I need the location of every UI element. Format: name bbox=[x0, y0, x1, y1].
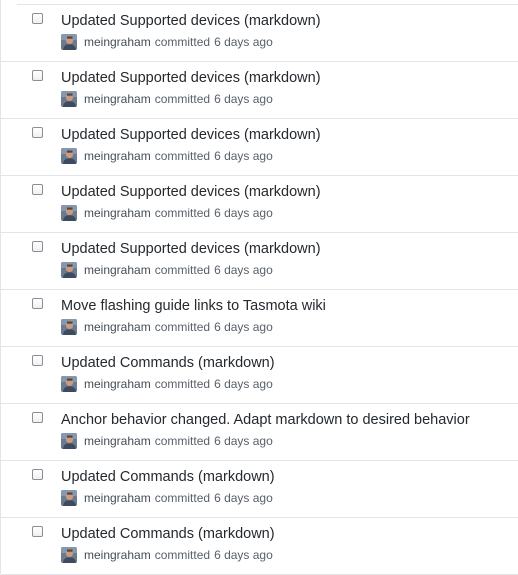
commit-action-text: committed bbox=[154, 434, 211, 448]
commit-author-link[interactable]: meingraham bbox=[84, 548, 151, 562]
commit-action-text: committed bbox=[154, 92, 211, 106]
commit-action-text: committed bbox=[154, 491, 211, 505]
commit-action-text: committed bbox=[154, 149, 211, 163]
commit-title[interactable]: Move flashing guide links to Tasmota wik… bbox=[61, 297, 326, 315]
commit-timestamp: 6 days ago bbox=[214, 92, 273, 106]
user-avatar-icon[interactable] bbox=[61, 547, 77, 563]
commit-select-checkbox[interactable] bbox=[32, 13, 43, 24]
commit-timestamp: 6 days ago bbox=[214, 548, 273, 562]
commit-author-link[interactable]: meingraham bbox=[84, 206, 151, 220]
commit-select-checkbox[interactable] bbox=[32, 526, 43, 537]
commit-select-checkbox[interactable] bbox=[32, 298, 43, 309]
commit-select-checkbox[interactable] bbox=[32, 184, 43, 195]
commit-select-checkbox[interactable] bbox=[32, 412, 43, 423]
commit-meta: meingraham committed 6 days ago bbox=[61, 148, 273, 164]
commit-meta: meingraham committed 6 days ago bbox=[61, 433, 273, 449]
commit-timestamp: 6 days ago bbox=[214, 263, 273, 277]
commit-row: Updated Commands (markdown) meingraham c… bbox=[1, 347, 518, 404]
commit-row: Anchor behavior changed. Adapt markdown … bbox=[1, 404, 518, 461]
commit-row: Updated Supported devices (markdown) mei… bbox=[1, 0, 518, 62]
commit-row: Updated Supported devices (markdown) mei… bbox=[1, 176, 518, 233]
commit-author-link[interactable]: meingraham bbox=[84, 35, 151, 49]
commit-meta: meingraham committed 6 days ago bbox=[61, 34, 273, 50]
user-avatar-icon[interactable] bbox=[61, 376, 77, 392]
commit-title[interactable]: Updated Supported devices (markdown) bbox=[61, 69, 321, 87]
commit-row: Updated Commands (markdown) meingraham c… bbox=[1, 461, 518, 518]
commit-row: Updated Supported devices (markdown) mei… bbox=[1, 233, 518, 290]
commit-author-link[interactable]: meingraham bbox=[84, 491, 151, 505]
commit-title[interactable]: Updated Supported devices (markdown) bbox=[61, 240, 321, 258]
commit-author-link[interactable]: meingraham bbox=[84, 320, 151, 334]
user-avatar-icon[interactable] bbox=[61, 148, 77, 164]
commit-author-link[interactable]: meingraham bbox=[84, 92, 151, 106]
commit-row: Updated Commands (markdown) meingraham c… bbox=[1, 518, 518, 575]
user-avatar-icon[interactable] bbox=[61, 433, 77, 449]
commit-timestamp: 6 days ago bbox=[214, 35, 273, 49]
user-avatar-icon[interactable] bbox=[61, 319, 77, 335]
commit-timestamp: 6 days ago bbox=[214, 206, 273, 220]
commit-timestamp: 6 days ago bbox=[214, 491, 273, 505]
user-avatar-icon[interactable] bbox=[61, 91, 77, 107]
commit-author-link[interactable]: meingraham bbox=[84, 434, 151, 448]
commit-row: Move flashing guide links to Tasmota wik… bbox=[1, 290, 518, 347]
commit-history-list: Updated Supported devices (markdown) mei… bbox=[0, 0, 518, 575]
commit-title[interactable]: Updated Commands (markdown) bbox=[61, 354, 275, 372]
user-avatar-icon[interactable] bbox=[61, 262, 77, 278]
user-avatar-icon[interactable] bbox=[61, 490, 77, 506]
user-avatar-icon[interactable] bbox=[61, 205, 77, 221]
commit-timestamp: 6 days ago bbox=[214, 149, 273, 163]
commit-row: Updated Supported devices (markdown) mei… bbox=[1, 119, 518, 176]
commit-meta: meingraham committed 6 days ago bbox=[61, 91, 273, 107]
commit-action-text: committed bbox=[154, 35, 211, 49]
commit-meta: meingraham committed 6 days ago bbox=[61, 262, 273, 278]
commit-title[interactable]: Updated Supported devices (markdown) bbox=[61, 183, 321, 201]
commit-select-checkbox[interactable] bbox=[32, 241, 43, 252]
commit-select-checkbox[interactable] bbox=[32, 355, 43, 366]
commit-meta: meingraham committed 6 days ago bbox=[61, 376, 273, 392]
commit-meta: meingraham committed 6 days ago bbox=[61, 319, 273, 335]
commit-row: Updated Supported devices (markdown) mei… bbox=[1, 62, 518, 119]
commit-meta: meingraham committed 6 days ago bbox=[61, 490, 273, 506]
commit-action-text: committed bbox=[154, 320, 211, 334]
commit-action-text: committed bbox=[154, 377, 211, 391]
commit-author-link[interactable]: meingraham bbox=[84, 263, 151, 277]
commit-meta: meingraham committed 6 days ago bbox=[61, 205, 273, 221]
commit-select-checkbox[interactable] bbox=[32, 70, 43, 81]
commit-author-link[interactable]: meingraham bbox=[84, 377, 151, 391]
commit-action-text: committed bbox=[154, 206, 211, 220]
commit-select-checkbox[interactable] bbox=[32, 469, 43, 480]
commit-title[interactable]: Updated Commands (markdown) bbox=[61, 468, 275, 486]
commit-title[interactable]: Updated Commands (markdown) bbox=[61, 525, 275, 543]
commit-action-text: committed bbox=[154, 548, 211, 562]
commit-action-text: committed bbox=[154, 263, 211, 277]
commit-select-checkbox[interactable] bbox=[32, 127, 43, 138]
commit-title[interactable]: Anchor behavior changed. Adapt markdown … bbox=[61, 411, 470, 429]
commit-meta: meingraham committed 6 days ago bbox=[61, 547, 273, 563]
user-avatar-icon[interactable] bbox=[61, 34, 77, 50]
commit-title[interactable]: Updated Supported devices (markdown) bbox=[61, 126, 321, 144]
commit-author-link[interactable]: meingraham bbox=[84, 149, 151, 163]
commit-timestamp: 6 days ago bbox=[214, 377, 273, 391]
commit-timestamp: 6 days ago bbox=[214, 320, 273, 334]
commit-title[interactable]: Updated Supported devices (markdown) bbox=[61, 12, 321, 30]
commit-timestamp: 6 days ago bbox=[214, 434, 273, 448]
